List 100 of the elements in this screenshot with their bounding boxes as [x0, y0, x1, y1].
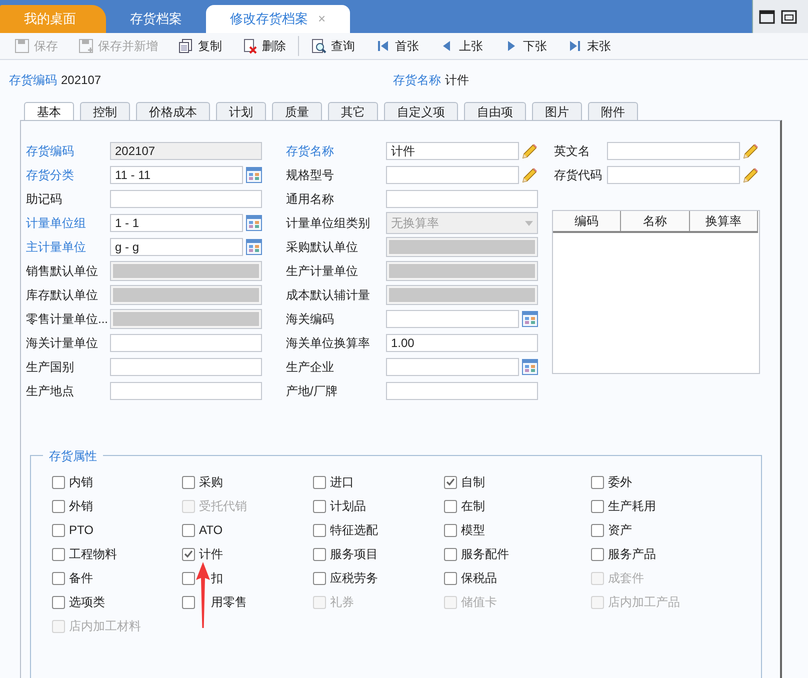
pencil-icon[interactable] — [742, 166, 759, 184]
checkbox[interactable] — [313, 572, 326, 584]
tab[interactable]: 控制 — [80, 102, 130, 120]
toolbar-button[interactable]: 末张 — [563, 35, 615, 57]
window-icon[interactable] — [759, 10, 775, 24]
input-field[interactable] — [607, 142, 740, 160]
checkbox-option[interactable]: 服务产品 — [591, 545, 656, 563]
tab[interactable]: 基本 — [24, 102, 74, 120]
tab[interactable]: 自定义项 — [384, 102, 458, 120]
checkbox-option[interactable]: 扣 — [182, 569, 223, 587]
tab[interactable]: 其它 — [328, 102, 378, 120]
checkbox[interactable] — [313, 476, 326, 488]
checkbox[interactable] — [52, 500, 65, 512]
checkbox[interactable] — [52, 548, 65, 560]
checkbox[interactable] — [591, 524, 604, 536]
checkbox-option[interactable]: 外销 — [52, 497, 93, 515]
checkbox-option[interactable]: 选项类 — [52, 593, 105, 611]
input-field[interactable]: 202107 — [110, 142, 262, 160]
checkbox-option[interactable]: 备件 — [52, 569, 93, 587]
checkbox-option[interactable]: 计件 — [182, 545, 223, 563]
input-field[interactable] — [386, 382, 538, 400]
toolbar-button[interactable]: 复制 — [174, 35, 226, 57]
grid-icon[interactable] — [246, 215, 262, 231]
checkbox-option[interactable]: PTO — [52, 521, 94, 539]
column-header[interactable]: 换算率 — [690, 211, 758, 231]
checkbox[interactable] — [182, 596, 195, 608]
checkbox[interactable] — [444, 500, 457, 512]
input-field[interactable] — [110, 190, 262, 208]
input-field[interactable] — [386, 190, 538, 208]
input-field[interactable] — [110, 334, 262, 352]
checkbox-option[interactable]: 计划品 — [313, 497, 366, 515]
tab[interactable]: 附件 — [588, 102, 638, 120]
toolbar-button[interactable]: 首张 — [371, 35, 423, 57]
checkbox[interactable] — [182, 548, 195, 560]
checkbox-option[interactable]: 自制 — [444, 473, 485, 491]
checkbox[interactable] — [313, 524, 326, 536]
checkbox[interactable] — [182, 476, 195, 488]
checkbox-option[interactable]: 应税劳务 — [313, 569, 378, 587]
checkbox[interactable] — [591, 500, 604, 512]
checkbox-option[interactable]: 进口 — [313, 473, 354, 491]
grid-icon[interactable] — [522, 359, 538, 375]
checkbox-option[interactable]: ATO — [182, 521, 223, 539]
column-header[interactable]: 编码 — [553, 211, 622, 231]
tab[interactable]: 计划 — [216, 102, 266, 120]
toolbar-button[interactable]: 删除 — [238, 35, 290, 57]
input-field[interactable] — [386, 310, 519, 328]
checkbox-option[interactable]: 工程物料 — [52, 545, 117, 563]
checkbox-option[interactable]: 特征选配 — [313, 521, 378, 539]
checkbox-option[interactable]: 资产 — [591, 521, 632, 539]
checkbox[interactable] — [52, 572, 65, 584]
input-field[interactable] — [110, 358, 262, 376]
grid-icon[interactable] — [246, 239, 262, 255]
checkbox-option[interactable]: 生产耗用 — [591, 497, 656, 515]
toolbar-button[interactable]: 下张 — [499, 35, 551, 57]
pencil-icon[interactable] — [521, 142, 538, 160]
input-field[interactable] — [110, 261, 262, 281]
checkbox[interactable] — [444, 524, 457, 536]
checkbox[interactable] — [52, 596, 65, 608]
checkbox[interactable] — [591, 548, 604, 560]
checkbox[interactable] — [444, 476, 457, 488]
tab[interactable]: 质量 — [272, 102, 322, 120]
toolbar-button[interactable]: 上张 — [435, 35, 487, 57]
checkbox-option[interactable]: 委外 — [591, 473, 632, 491]
checkbox[interactable] — [444, 548, 457, 560]
input-field[interactable] — [386, 166, 519, 184]
column-header[interactable]: 名称 — [621, 211, 690, 231]
window-tab[interactable]: 存货档案 — [106, 5, 206, 33]
checkbox-option[interactable]: 用零售 — [182, 593, 247, 611]
checkbox-option[interactable]: 内销 — [52, 473, 93, 491]
checkbox[interactable] — [444, 572, 457, 584]
input-field[interactable] — [386, 237, 538, 257]
input-field[interactable] — [607, 166, 740, 184]
toolbar-button[interactable]: 查询 — [307, 35, 359, 57]
checkbox[interactable] — [591, 476, 604, 488]
window-tab[interactable]: 修改存货档案 × — [206, 5, 350, 33]
tab[interactable]: 自由项 — [464, 102, 526, 120]
input-field[interactable]: 计件 — [386, 142, 519, 160]
input-field[interactable]: 1 - 1 — [110, 214, 243, 232]
input-field[interactable] — [110, 309, 262, 329]
tab[interactable]: 价格成本 — [136, 102, 210, 120]
input-field[interactable]: g - g — [110, 238, 243, 256]
checkbox[interactable] — [313, 500, 326, 512]
input-field[interactable] — [110, 285, 262, 305]
pencil-icon[interactable] — [742, 142, 759, 160]
checkbox-option[interactable]: 服务项目 — [313, 545, 378, 563]
checkbox[interactable] — [182, 572, 195, 584]
restore-icon[interactable] — [781, 10, 797, 24]
checkbox[interactable] — [182, 524, 195, 536]
grid-icon[interactable] — [522, 311, 538, 327]
grid-icon[interactable] — [246, 167, 262, 183]
checkbox-option[interactable]: 在制 — [444, 497, 485, 515]
checkbox-option[interactable]: 服务配件 — [444, 545, 509, 563]
checkbox-option[interactable]: 模型 — [444, 521, 485, 539]
checkbox[interactable] — [313, 548, 326, 560]
input-field[interactable]: 11 - 11 — [110, 166, 243, 184]
checkbox-option[interactable]: 保税品 — [444, 569, 497, 587]
input-field[interactable] — [386, 358, 519, 376]
checkbox[interactable] — [52, 524, 65, 536]
pencil-icon[interactable] — [521, 166, 538, 184]
input-field[interactable] — [386, 261, 538, 281]
